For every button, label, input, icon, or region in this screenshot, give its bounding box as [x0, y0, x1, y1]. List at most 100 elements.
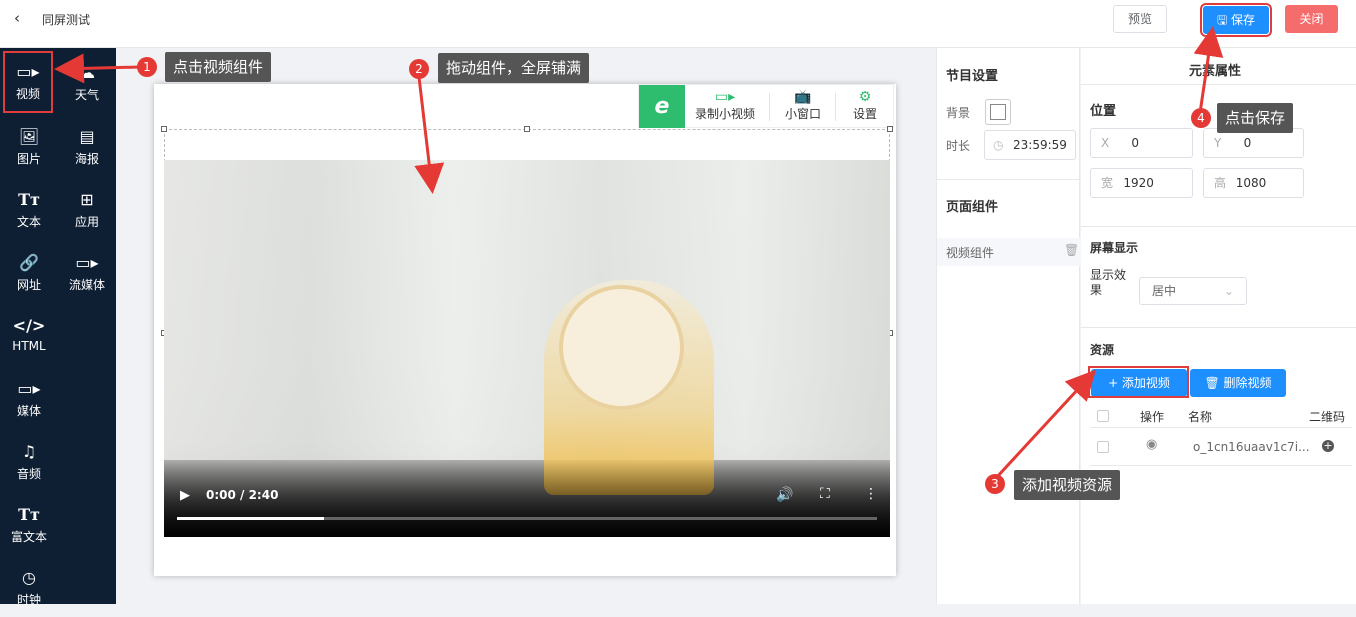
sidebar-item-clock[interactable]: ◷ 时钟	[0, 557, 58, 617]
page-title: 同屏测试	[42, 13, 91, 27]
background-label: 背景	[946, 106, 971, 120]
resize-handle[interactable]	[161, 126, 167, 132]
video-progress-bar[interactable]	[177, 517, 877, 520]
sidebar-item-label: 富文本	[10, 530, 47, 544]
divider	[769, 93, 770, 121]
column-header: 操作	[1140, 410, 1165, 424]
program-settings-heading: 节目设置	[946, 69, 999, 84]
floating-toolbar: e ▭▸ 录制小视频 📺 小窗口 ⚙ 设置	[638, 84, 894, 128]
column-header: 名称	[1188, 410, 1213, 424]
more-options-icon[interactable]: ⋮	[864, 486, 878, 502]
sidebar-item-video[interactable]: ▭▸ 视频	[3, 51, 53, 113]
divider	[937, 179, 1081, 180]
sidebar-item-link[interactable]: 🔗 网址	[0, 242, 58, 302]
resize-handle[interactable]	[524, 126, 530, 132]
delete-video-button[interactable]: 🗑 删除视频	[1190, 369, 1286, 397]
qr-add-icon[interactable]: +	[1322, 440, 1334, 452]
duration-input[interactable]: ◷ 23:59:59	[984, 130, 1076, 160]
sidebar-item-weather[interactable]: ☁ 天气	[58, 52, 116, 112]
record-video-button[interactable]: ▭▸ 录制小视频	[693, 89, 757, 122]
step-badge: 3	[985, 474, 1005, 494]
fullscreen-icon[interactable]: ⛶	[820, 486, 830, 502]
preview-button[interactable]: 预览	[1113, 5, 1167, 33]
stream-icon: ▭▸	[75, 253, 99, 272]
sidebar-item-apps[interactable]: ⊞ 应用	[58, 179, 116, 239]
text-icon: Tт	[18, 190, 40, 209]
resources-heading: 资源	[1090, 343, 1115, 357]
background-color-picker[interactable]	[985, 99, 1011, 125]
display-effect-label: 显示效果	[1090, 268, 1127, 297]
mini-window-label: 小窗口	[784, 107, 821, 121]
link-icon: 🔗	[19, 253, 39, 272]
display-effect-select[interactable]: 居中 ⌄	[1139, 277, 1247, 305]
sidebar-item-audio[interactable]: ♫ 音频	[0, 431, 58, 491]
save-label: 保存	[1231, 13, 1256, 27]
component-sidebar: ▭▸ 视频 ☁ 天气 🖼 图片 ▤ 海报 Tт 文本 ⊞ 应用 🔗 网址 ▭▸ …	[0, 48, 116, 607]
sidebar-item-html[interactable]: </> HTML	[0, 305, 58, 365]
save-icon: 🖫	[1216, 13, 1228, 27]
element-props-heading: 元素属性	[1189, 64, 1242, 79]
row-checkbox[interactable]	[1097, 441, 1109, 453]
divider	[1090, 465, 1352, 466]
highlight-add-video	[1088, 366, 1189, 398]
component-item-label: 视频组件	[946, 246, 995, 260]
width-input[interactable]: 宽 1920	[1090, 168, 1193, 198]
trash-icon[interactable]: 🗑	[1064, 243, 1079, 257]
chevron-down-icon: ⌄	[1223, 284, 1234, 298]
code-icon: </>	[12, 316, 46, 335]
sidebar-item-label: 海报	[74, 152, 99, 166]
step-callout: 点击保存	[1217, 103, 1294, 133]
clock-icon: ◷	[993, 138, 1004, 152]
brand-logo-icon: e	[639, 85, 685, 128]
settings-button[interactable]: ⚙ 设置	[845, 89, 885, 122]
delete-video-label: 删除视频	[1223, 376, 1272, 390]
y-value: 0	[1243, 136, 1252, 150]
divider	[1081, 84, 1356, 85]
step-badge: 1	[137, 57, 157, 77]
eye-icon[interactable]: ◉	[1146, 437, 1157, 452]
component-list-item[interactable]: 视频组件 🗑	[937, 238, 1081, 266]
divider	[1081, 327, 1356, 328]
step-callout: 拖动组件，全屏铺满	[438, 53, 590, 83]
sidebar-item-text[interactable]: Tт 文本	[0, 179, 58, 239]
video-icon: ▭▸	[16, 62, 40, 81]
clock-icon: ◷	[22, 568, 36, 587]
divider	[835, 93, 836, 121]
x-input[interactable]: X 0	[1090, 128, 1193, 158]
sidebar-item-poster[interactable]: ▤ 海报	[58, 116, 116, 176]
back-icon[interactable]: ‹	[14, 9, 20, 27]
mini-window-button[interactable]: 📺 小窗口	[779, 89, 827, 122]
display-effect-value: 居中	[1152, 284, 1177, 298]
video-progress-fill	[177, 517, 324, 520]
screen-display-heading: 屏幕显示	[1090, 241, 1139, 255]
width-value: 1920	[1123, 176, 1154, 190]
sidebar-item-stream[interactable]: ▭▸ 流媒体	[58, 242, 116, 302]
sidebar-item-label: 应用	[74, 215, 99, 229]
sidebar-item-rich-text[interactable]: Tт 富文本	[0, 494, 58, 554]
height-input[interactable]: 高 1080	[1203, 168, 1304, 198]
position-heading: 位置	[1090, 104, 1117, 119]
save-button[interactable]: 🖫 保存	[1200, 3, 1272, 37]
width-label: 宽	[1101, 176, 1114, 190]
sidebar-item-label: 音频	[16, 467, 41, 481]
y-label: Y	[1214, 136, 1222, 150]
sidebar-item-image[interactable]: 🖼 图片	[0, 116, 58, 176]
sidebar-item-media[interactable]: ▭▸ 媒体	[0, 368, 58, 428]
resize-handle[interactable]	[887, 126, 893, 132]
sidebar-item-label: 图片	[16, 152, 41, 166]
play-icon[interactable]: ▶	[180, 488, 190, 503]
volume-icon[interactable]: 🔊	[776, 487, 793, 503]
close-button[interactable]: 关闭	[1285, 5, 1338, 33]
divider	[1090, 427, 1352, 428]
program-panel: 节目设置 背景 时长 ◷ 23:59:59 页面组件 视频组件 🗑	[936, 48, 1081, 604]
video-player[interactable]: ▶ 0:00 / 2:40 🔊 ⛶ ⋮	[164, 160, 890, 537]
step-badge: 4	[1191, 108, 1211, 128]
gear-icon: ⚙	[858, 89, 872, 105]
music-icon: ♫	[21, 442, 37, 461]
video-frame-clock-face	[559, 285, 684, 410]
sidebar-item-label: 流媒体	[68, 278, 105, 292]
poster-icon: ▤	[79, 127, 95, 146]
image-icon: 🖼	[18, 127, 40, 146]
select-all-checkbox[interactable]	[1097, 410, 1109, 422]
video-time: 0:00 / 2:40	[206, 488, 279, 502]
